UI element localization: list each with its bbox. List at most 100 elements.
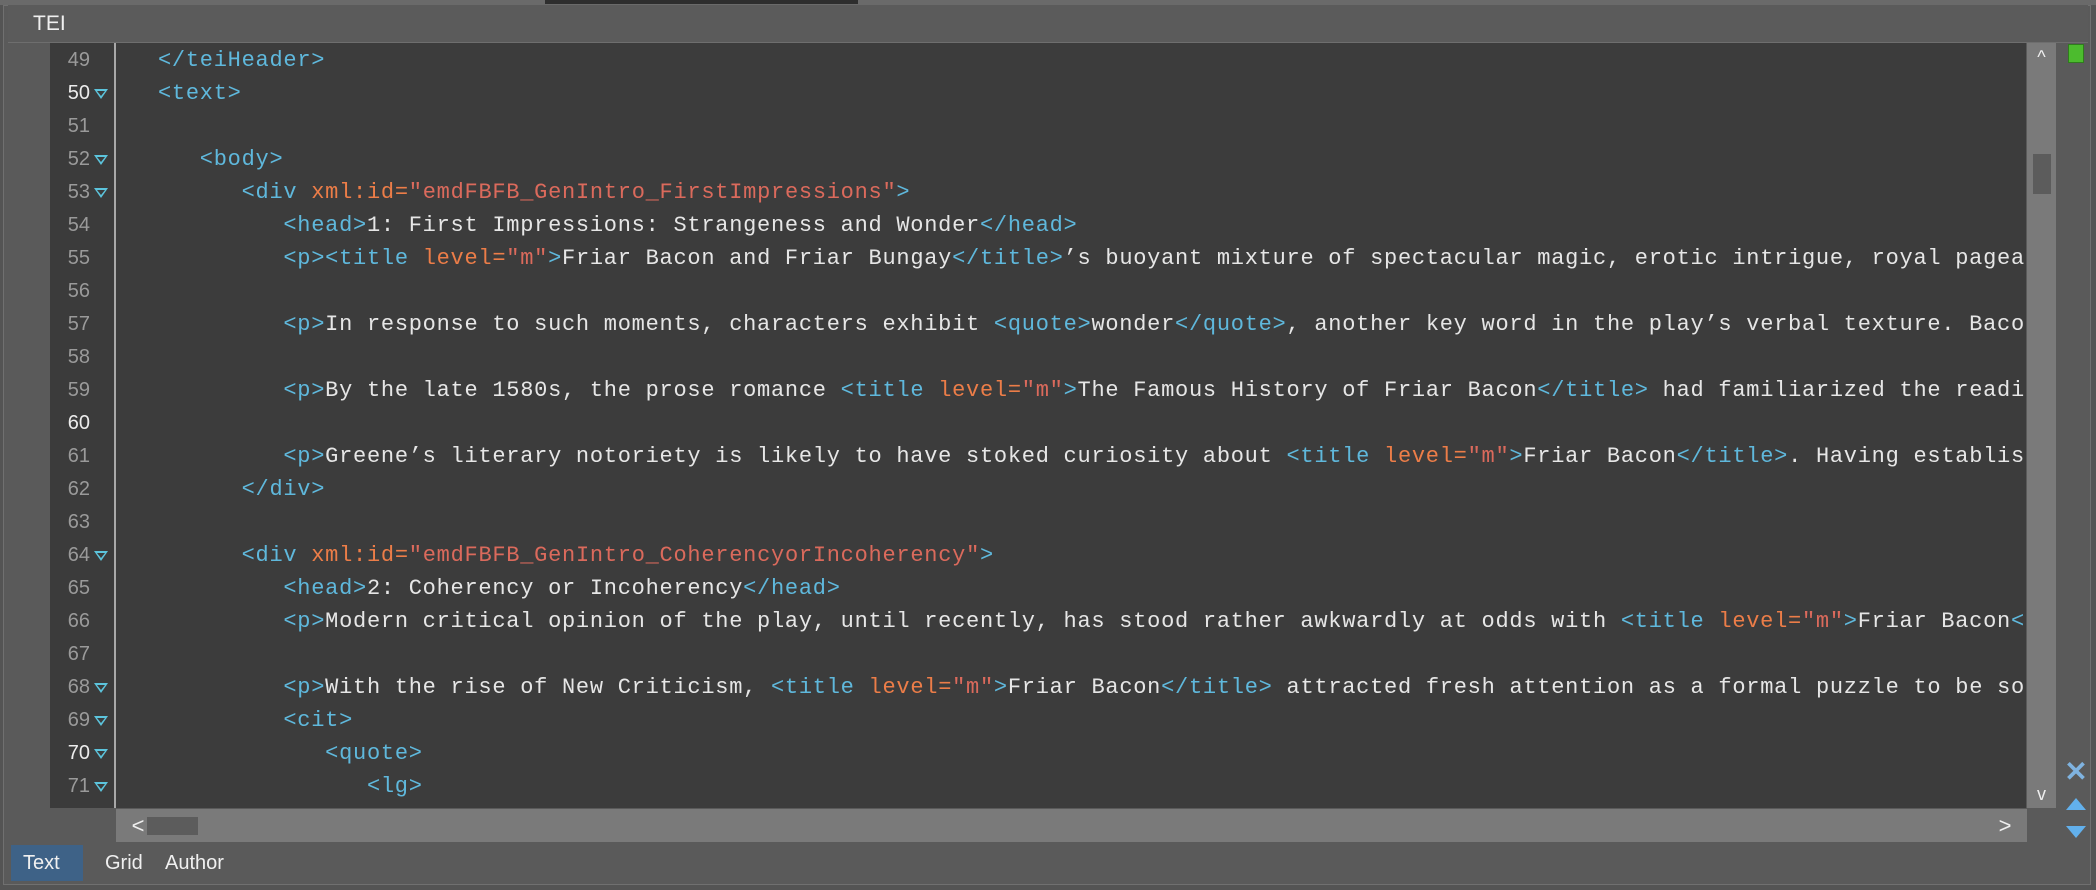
arrow-up-icon[interactable] — [2066, 798, 2086, 810]
text-content: The Famous History of Friar Bacon — [1077, 378, 1538, 403]
text-content: Friar Bacon — [1857, 609, 2011, 634]
vertical-scroll-thumb[interactable] — [2033, 154, 2051, 194]
xml-tag: <div — [241, 180, 312, 205]
line-number: 62 — [67, 478, 90, 500]
fold-triangle-icon[interactable] — [94, 782, 108, 792]
fold-triangle-icon[interactable] — [94, 551, 108, 561]
text-content: In response to such moments, characters … — [325, 312, 994, 337]
attribute-value: "emdFBFB_GenIntro_FirstImpressions" — [408, 180, 897, 205]
close-x-icon[interactable]: ✕ — [2064, 758, 2088, 786]
code-line[interactable]: <div xml:id="emdFBFB_GenIntro_Coherencyo… — [242, 539, 994, 572]
tab-author[interactable]: Author — [153, 845, 236, 881]
xml-tag: </teiHeader> — [158, 48, 326, 73]
xml-tag: </title> — [1676, 444, 1789, 469]
xml-tag: > — [1509, 444, 1524, 469]
xml-tag: <quote> — [325, 741, 423, 766]
attribute-value: "m" — [1801, 609, 1844, 634]
code-line[interactable]: </div> — [242, 473, 326, 506]
tab-grid[interactable]: Grid — [93, 845, 155, 881]
xml-tag: > — [896, 180, 911, 205]
xml-tag: > — [1843, 609, 1858, 634]
code-line[interactable]: <head>1: First Impressions: Strangeness … — [283, 209, 1077, 242]
line-number: 55 — [67, 247, 90, 269]
text-content: wonder — [1091, 312, 1176, 337]
line-number: 49 — [67, 49, 90, 71]
code-line[interactable]: <p>Greene’s literary notoriety is likely… — [283, 440, 2025, 473]
xml-tag: <cit> — [283, 708, 354, 733]
xml-tag: <title — [771, 675, 869, 700]
line-number-gutter: 49 50 51 52 53 54 55 56 57 58 59 60 61 62 63 64 65 66 67 68… — [50, 43, 114, 808]
xml-tag: > — [993, 675, 1008, 700]
active-document-tab-marker[interactable] — [545, 0, 858, 4]
line-number: 68 — [67, 676, 90, 698]
attribute-name: level= — [1718, 609, 1802, 634]
code-line[interactable]: <text> — [158, 77, 242, 110]
fold-triangle-icon[interactable] — [94, 749, 108, 759]
xml-tag: </title> — [952, 246, 1064, 271]
line-number: 52 — [67, 148, 90, 170]
code-line[interactable]: <p>Modern critical opinion of the play, … — [283, 605, 2025, 638]
xml-tag: <div — [241, 543, 312, 568]
line-number: 69 — [67, 709, 90, 731]
text-content: Modern critical opinion of the play, unt… — [325, 609, 1621, 634]
chevron-up-icon[interactable]: ^ — [2027, 43, 2056, 71]
code-line[interactable]: <lg> — [367, 770, 423, 803]
line-number: 60 — [67, 412, 90, 434]
xml-tag: </title> — [1537, 378, 1649, 403]
fold-triangle-icon[interactable] — [94, 155, 108, 165]
text-content: 2: Coherency or Incoherency — [366, 576, 744, 601]
line-number: 57 — [67, 313, 90, 335]
xml-tag: <p> — [283, 312, 326, 337]
line-number: 59 — [67, 379, 90, 401]
status-green-icon[interactable] — [2068, 44, 2084, 63]
attribute-value: "m" — [1467, 444, 1510, 469]
chevron-down-icon[interactable]: v — [2027, 780, 2056, 808]
code-line[interactable]: <cit> — [283, 704, 353, 737]
attribute-name: level= — [422, 246, 507, 271]
fold-triangle-icon[interactable] — [94, 716, 108, 726]
document-type-label: TEI — [33, 12, 66, 35]
code-line[interactable]: <p><title level="m">Friar Bacon and Fria… — [283, 242, 2025, 275]
text-content: had familiarized the readi — [1648, 378, 2025, 403]
attribute-name: level= — [1384, 444, 1468, 469]
line-number: 51 — [67, 115, 90, 137]
vertical-scrollbar[interactable]: ^ v — [2027, 43, 2056, 808]
text-content: With the rise of New Criticism, — [325, 675, 771, 700]
xml-tag: <lg> — [366, 774, 423, 799]
code-line[interactable]: <p>In response to such moments, characte… — [283, 308, 2025, 341]
arrow-down-icon[interactable] — [2066, 826, 2086, 838]
line-number: 65 — [67, 577, 90, 599]
code-line[interactable]: <p>With the rise of New Criticism, <titl… — [283, 671, 2025, 704]
code-line[interactable]: <div xml:id="emdFBFB_GenIntro_FirstImpre… — [242, 176, 911, 209]
chevron-right-icon[interactable]: > — [1991, 809, 2019, 842]
attribute-name: level= — [868, 675, 953, 700]
xml-tag: <text> — [158, 81, 242, 106]
fold-triangle-icon[interactable] — [94, 188, 108, 198]
code-editor[interactable]: </teiHeader> <text> <body> <div xml:id="emd… — [116, 43, 2026, 808]
text-content: Friar Bacon — [1007, 675, 1162, 700]
code-line[interactable]: </teiHeader> — [158, 44, 325, 77]
attribute-value: "emdFBFB_GenIntro_CoherencyorIncoherency… — [408, 543, 980, 568]
attribute-value: "m" — [506, 246, 549, 271]
code-line[interactable]: <quote> — [325, 737, 423, 770]
fold-triangle-icon[interactable] — [94, 683, 108, 693]
line-number: 58 — [67, 346, 90, 368]
xml-tag: </title> — [1161, 675, 1273, 700]
text-content: , another key word in the play’s verbal … — [1286, 312, 2025, 337]
line-number: 53 — [67, 181, 90, 203]
text-content: ’s buoyant mixture of spectacular magic,… — [1063, 246, 2025, 271]
editor-header: TEI — [8, 5, 2088, 43]
xml-tag: <quote> — [993, 312, 1092, 337]
text-content: Friar Bacon — [1523, 444, 1677, 469]
horizontal-scroll-thumb[interactable] — [147, 817, 198, 835]
tab-text[interactable]: Text — [11, 845, 83, 881]
code-line[interactable]: <body> — [200, 143, 284, 176]
code-line[interactable]: <head>2: Coherency or Incoherency</head> — [283, 572, 840, 605]
line-number: 64 — [67, 544, 90, 566]
code-line[interactable]: <p>By the late 1580s, the prose romance … — [283, 374, 2025, 407]
left-gutter — [8, 43, 50, 842]
text-content: attracted fresh attention as a formal pu… — [1272, 675, 2025, 700]
horizontal-scrollbar[interactable]: < > — [116, 809, 2027, 842]
fold-triangle-icon[interactable] — [94, 89, 108, 99]
text-content: Greene’s literary notoriety is likely to… — [325, 444, 1287, 469]
